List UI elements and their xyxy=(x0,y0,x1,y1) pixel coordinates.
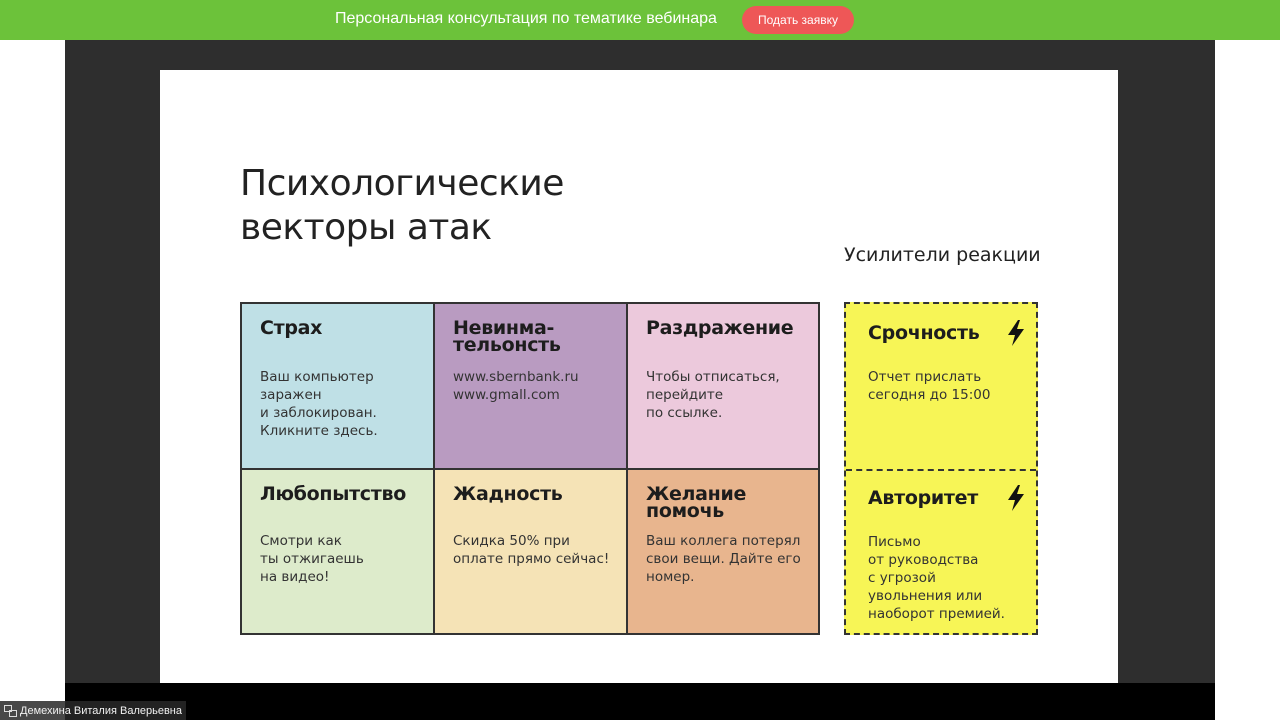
vector-title: Раздражение xyxy=(646,317,794,339)
vector-text: Чтобы отписаться, перейдите по ссылке. xyxy=(646,369,780,421)
amplifier-title: Авторитет xyxy=(868,487,978,509)
vector-text: Смотри как ты отжигаешь на видео! xyxy=(260,533,364,585)
vector-text: Ваш компьютер заражен и заблокирован. Кл… xyxy=(260,369,378,439)
presenter-name: Демехина Виталия Валерьевна xyxy=(20,704,182,717)
vector-cell-fear: Страх Ваш компьютер заражен и заблокиров… xyxy=(242,304,435,470)
vector-text: Скидка 50% при оплате прямо сейчас! xyxy=(453,533,610,567)
vector-title: Жадность xyxy=(453,483,563,505)
amplifier-cell-urgency: Срочность Отчет прислать сегодня до 15:0… xyxy=(846,304,1036,471)
lightning-icon xyxy=(1008,485,1024,511)
lightning-icon xyxy=(1008,320,1024,346)
presentation-slide: Психологические векторы атак Усилители р… xyxy=(160,70,1118,683)
amplifier-title: Срочность xyxy=(868,322,980,344)
vector-text: www.sbernbank.ru www.gmall.com xyxy=(453,369,579,403)
attack-vectors-grid: Страх Ваш компьютер заражен и заблокиров… xyxy=(240,302,820,635)
vector-cell-inattention: Невинма- тельонсть www.sbernbank.ru www.… xyxy=(435,304,628,470)
promo-banner: Персональная консультация по тематике ве… xyxy=(0,0,1280,40)
promo-banner-text: Персональная консультация по тематике ве… xyxy=(335,10,717,27)
presenter-icon xyxy=(4,704,17,717)
amplifier-text: Отчет прислать сегодня до 15:00 xyxy=(868,369,991,403)
vector-text: Ваш коллега потерял свои вещи. Дайте его… xyxy=(646,533,801,585)
presenter-label: Демехина Виталия Валерьевна xyxy=(0,701,186,720)
amplifier-text: Письмо от руководства с угрозой увольнен… xyxy=(868,534,1005,622)
vector-cell-desire-to-help: Желание помочь Ваш коллега потерял свои … xyxy=(628,470,818,633)
amplifier-cell-authority: Авторитет Письмо от руководства с угрозо… xyxy=(846,469,1036,633)
video-bottom-strip xyxy=(65,683,1215,720)
vector-title: Желание помочь xyxy=(646,483,747,522)
slide-title-line1: Психологические xyxy=(240,163,564,204)
vector-title: Любопытство xyxy=(260,483,406,505)
vector-cell-curiosity: Любопытство Смотри как ты отжигаешь на в… xyxy=(242,470,435,633)
submit-request-button[interactable]: Подать заявку xyxy=(742,6,854,34)
vector-title: Невинма- тельонсть xyxy=(453,317,561,356)
slide-title-line2: векторы атак xyxy=(240,207,492,248)
slide-title: Психологические векторы атак xyxy=(240,162,564,250)
amplifiers-title: Усилители реакции xyxy=(844,244,1041,266)
vector-cell-irritation: Раздражение Чтобы отписаться, перейдите … xyxy=(628,304,818,470)
vector-cell-greed: Жадность Скидка 50% при оплате прямо сей… xyxy=(435,470,628,633)
reaction-amplifiers-box: Срочность Отчет прислать сегодня до 15:0… xyxy=(844,302,1038,635)
vector-title: Страх xyxy=(260,317,323,339)
